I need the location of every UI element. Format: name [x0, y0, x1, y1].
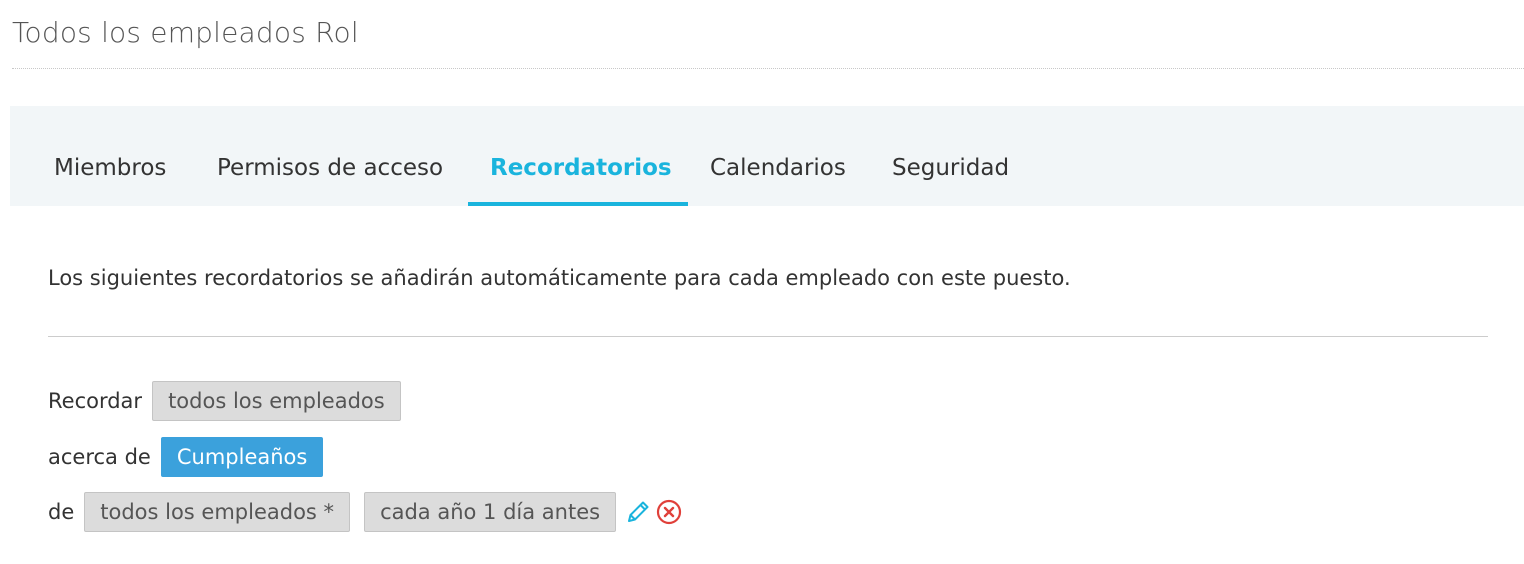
- active-tab-indicator: [468, 202, 688, 206]
- tab-bar: Miembros Permisos de acceso Recordatorio…: [10, 106, 1524, 206]
- tab-label: Permisos de acceso: [217, 155, 444, 181]
- page-title: Todos los empleados Rol: [12, 16, 359, 49]
- tab-label: Calendarios: [710, 155, 846, 181]
- subject-chip[interactable]: todos los empleados *: [84, 492, 351, 532]
- reminder-subject-row: de todos los empleados * cada año 1 día …: [48, 492, 682, 532]
- tab-label: Miembros: [54, 155, 167, 181]
- schedule-chip[interactable]: cada año 1 día antes: [364, 492, 617, 532]
- section-divider: [48, 336, 1488, 337]
- recipient-chip[interactable]: todos los empleados: [152, 381, 401, 421]
- tab-label: Seguridad: [892, 155, 1010, 181]
- event-chip[interactable]: Cumpleaños: [160, 437, 324, 477]
- close-circle-icon[interactable]: [656, 499, 682, 525]
- tab-label: Recordatorios: [490, 155, 672, 181]
- reminder-recipient-row: Recordar todos los empleados: [48, 381, 401, 421]
- intro-text: Los siguientes recordatorios se añadirán…: [48, 266, 1071, 290]
- remind-label: Recordar: [48, 389, 143, 413]
- of-label: de: [48, 500, 75, 524]
- pencil-icon[interactable]: [624, 498, 652, 526]
- about-label: acerca de: [48, 445, 151, 469]
- reminder-event-row: acerca de Cumpleaños: [48, 437, 324, 477]
- title-divider: [12, 68, 1524, 69]
